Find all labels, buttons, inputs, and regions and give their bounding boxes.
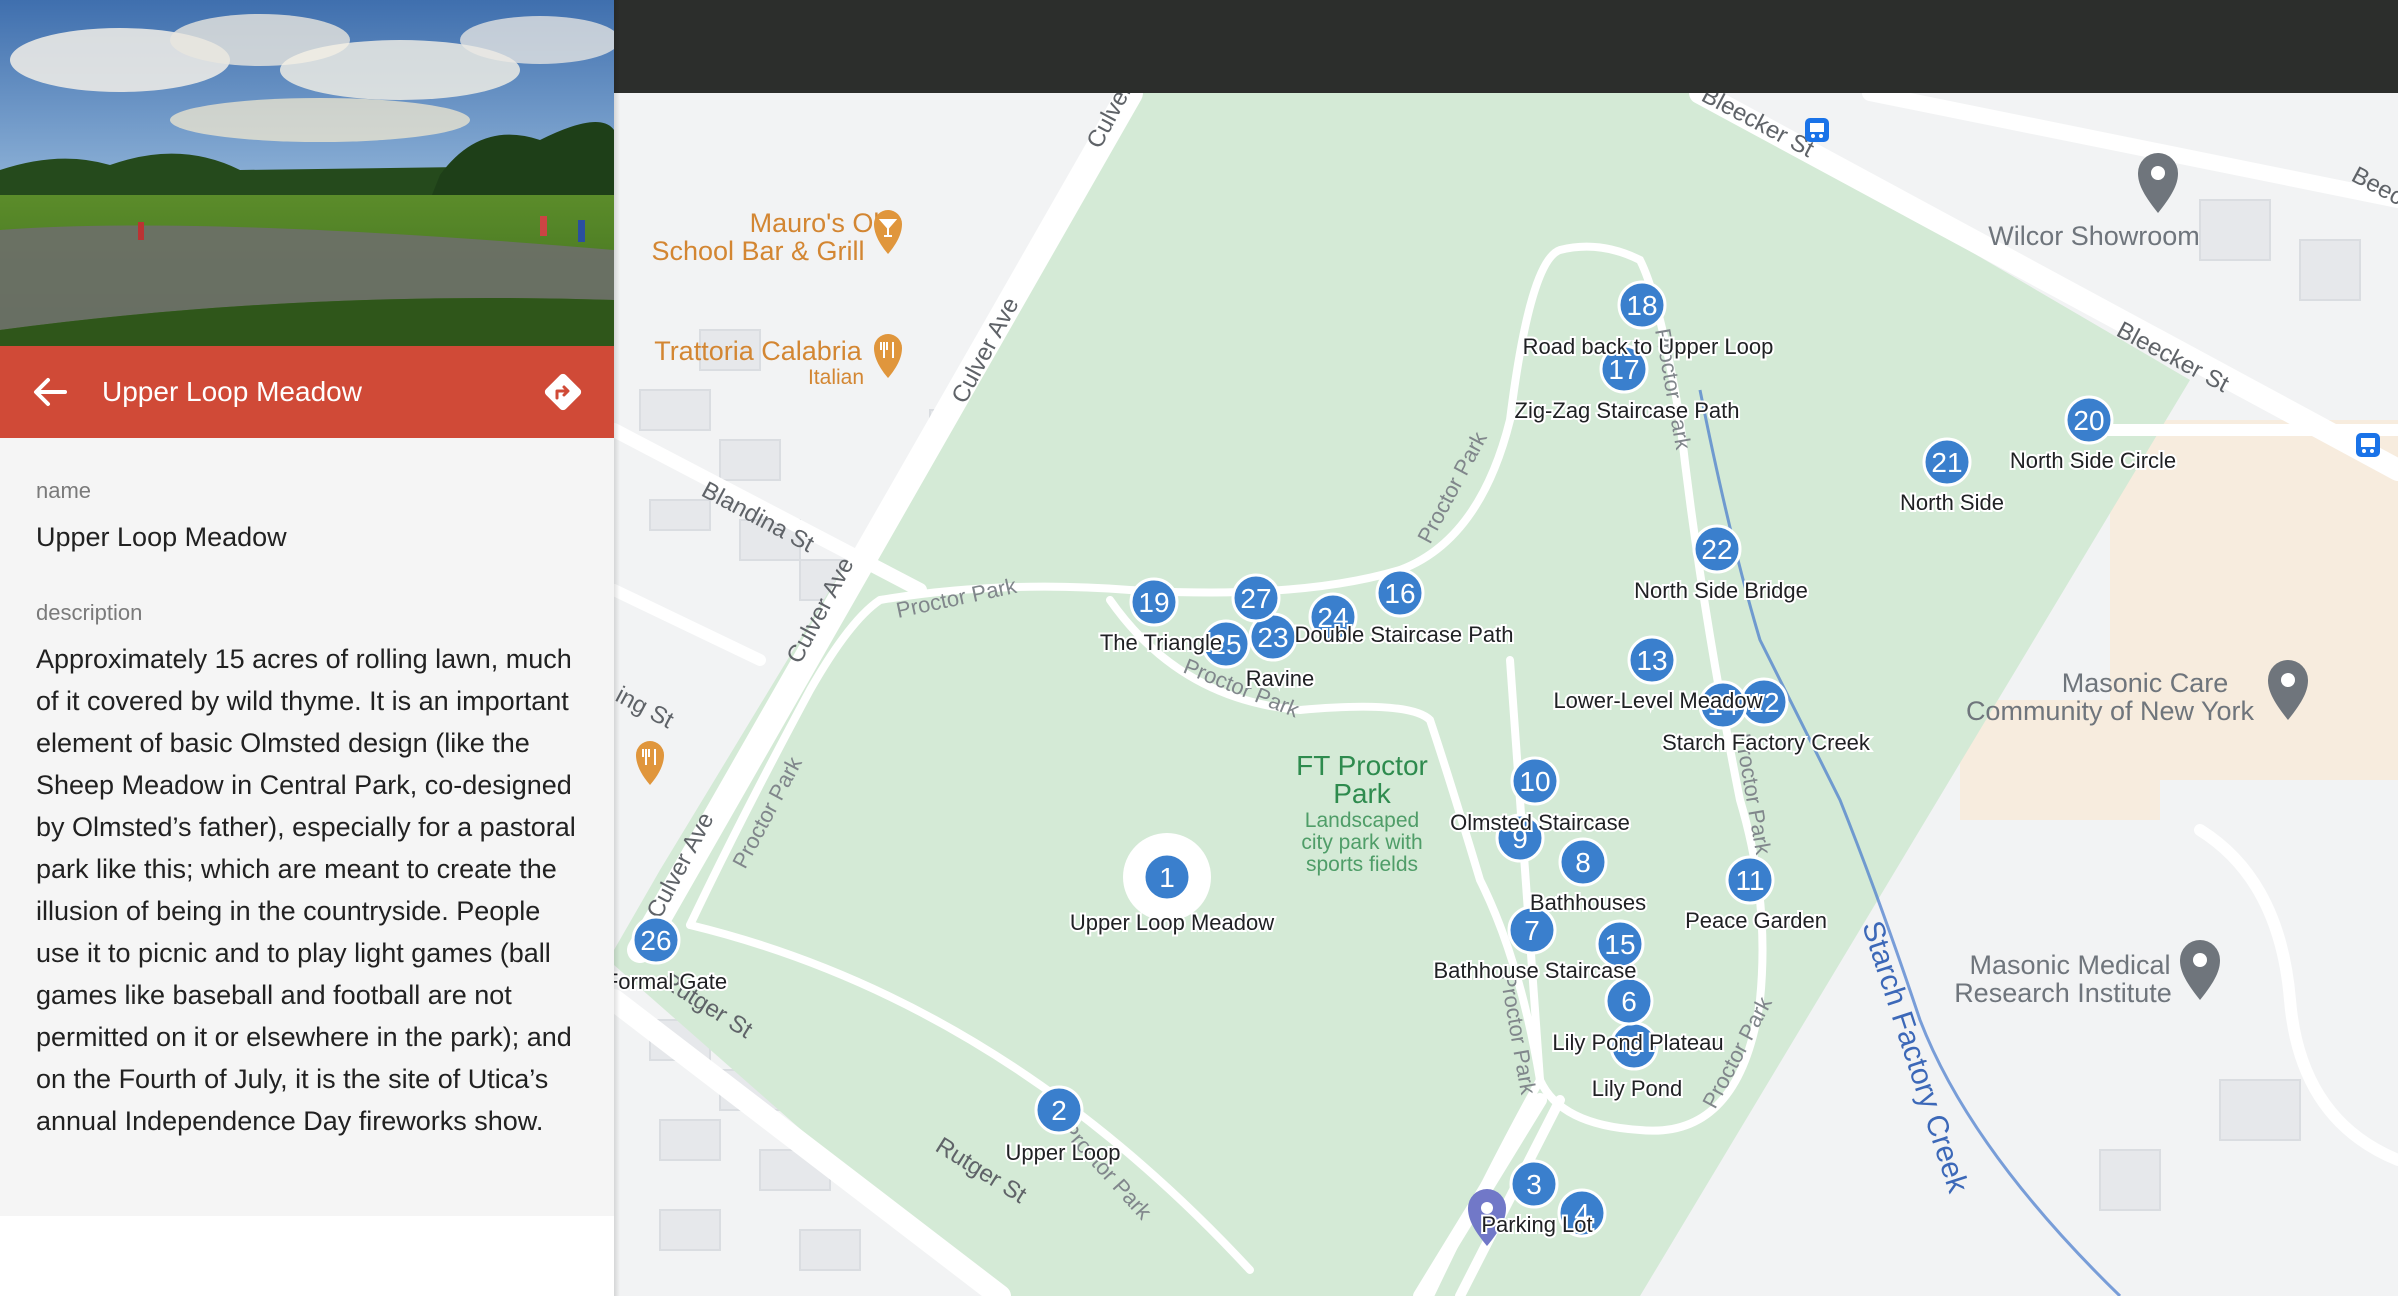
park-desc-1: Landscaped bbox=[1305, 809, 1419, 832]
marker-3-number: 3 bbox=[1526, 1169, 1542, 1200]
poi-mauros-line2: School Bar & Grill bbox=[651, 236, 864, 266]
marker-14-label: Lower-Level Meadow bbox=[1553, 688, 1762, 713]
marker-2-number: 2 bbox=[1051, 1095, 1067, 1126]
marker-6-label: Lily Pond Plateau bbox=[1552, 1030, 1723, 1055]
marker-6[interactable]: 6 bbox=[1604, 976, 1654, 1026]
marker-23-number: 23 bbox=[1257, 622, 1288, 653]
marker-20[interactable]: 20 bbox=[2064, 395, 2114, 445]
marker-22[interactable]: 22 bbox=[1692, 524, 1742, 574]
marker-10-label: Olmsted Staircase bbox=[1450, 810, 1630, 835]
description-label: description bbox=[36, 600, 143, 625]
park-desc-3: sports fields bbox=[1306, 853, 1418, 876]
marker-1-label: Upper Loop Meadow bbox=[1070, 910, 1274, 935]
map-view[interactable]: Culver Ave Culver Ave Culver Ave Culver … bbox=[614, 0, 2398, 1296]
marker-8[interactable]: 8 bbox=[1558, 837, 1608, 887]
marker-22-label: North Side Bridge bbox=[1634, 578, 1808, 603]
marker-4-label: Parking Lot bbox=[1481, 1212, 1592, 1237]
directions-icon bbox=[544, 373, 582, 411]
info-panel: name Upper Loop Meadow description Appro… bbox=[0, 438, 614, 1216]
marker-7-label: Bathhouse Staircase bbox=[1433, 958, 1636, 983]
marker-11[interactable]: 11 bbox=[1725, 855, 1775, 905]
marker-19[interactable]: 19 bbox=[1129, 577, 1179, 627]
marker-18-number: 18 bbox=[1626, 290, 1657, 321]
poi-wilcor-name: Wilcor Showroom bbox=[1988, 221, 2200, 251]
park-desc-2: city park with bbox=[1301, 831, 1422, 854]
marker-15-number: 15 bbox=[1604, 929, 1635, 960]
place-header: Upper Loop Meadow bbox=[0, 346, 614, 438]
bus-icon[interactable] bbox=[1805, 118, 1829, 142]
sidebar-shadow bbox=[614, 0, 620, 1296]
marker-5-label: Lily Pond bbox=[1592, 1076, 1683, 1101]
marker-8-label: Bathhouses bbox=[1530, 890, 1646, 915]
name-label: name bbox=[36, 478, 92, 503]
marker-27[interactable]: 27 bbox=[1231, 573, 1281, 623]
marker-1-number: 1 bbox=[1159, 862, 1175, 893]
park-label: FT Proctor Park Landscaped city park wit… bbox=[1296, 750, 1428, 876]
marker-23-label: Ravine bbox=[1246, 666, 1314, 691]
park-name-2: Park bbox=[1333, 778, 1392, 809]
marker-20-label: North Side Circle bbox=[2010, 448, 2176, 473]
marker-6-number: 6 bbox=[1621, 986, 1637, 1017]
marker-2-label: Upper Loop bbox=[1006, 1140, 1121, 1165]
marker-17-label: Zig-Zag Staircase Path bbox=[1515, 398, 1740, 423]
marker-26-number: 26 bbox=[640, 925, 671, 956]
top-bar bbox=[614, 0, 2398, 93]
poi-masonic-medical-line1: Masonic Medical bbox=[1969, 950, 2170, 980]
directions-button[interactable] bbox=[540, 369, 586, 415]
marker-10-number: 10 bbox=[1519, 766, 1550, 797]
marker-18[interactable]: 18 bbox=[1617, 280, 1667, 330]
marker-2[interactable]: 2 bbox=[1034, 1085, 1084, 1135]
marker-16-label: Double Staircase Path bbox=[1295, 622, 1514, 647]
hero-photo bbox=[0, 0, 614, 346]
marker-11-label: Peace Garden bbox=[1685, 908, 1827, 933]
marker-22-number: 22 bbox=[1701, 534, 1732, 565]
info-sidebar: Upper Loop Meadow name Upper Loop Meadow… bbox=[0, 0, 614, 1296]
marker-7-number: 7 bbox=[1524, 915, 1540, 946]
poi-trattoria-sub: Italian bbox=[808, 366, 864, 389]
marker-1[interactable]: 1 bbox=[1123, 833, 1211, 921]
poi-masonic-care-line2: Community of New York bbox=[1966, 696, 2255, 726]
marker-26-label: Formal Gate bbox=[614, 969, 727, 994]
poi-masonic-medical-line2: Research Institute bbox=[1954, 978, 2172, 1008]
poi-trattoria-name: Trattoria Calabria bbox=[654, 336, 863, 366]
marker-8-number: 8 bbox=[1575, 847, 1591, 878]
bus-icon[interactable] bbox=[2356, 433, 2380, 457]
marker-20-number: 20 bbox=[2073, 405, 2104, 436]
marker-21-number: 21 bbox=[1931, 447, 1962, 478]
marker-16-number: 16 bbox=[1384, 578, 1415, 609]
poi-masonic-care-line1: Masonic Care bbox=[2062, 668, 2229, 698]
marker-19-label: The Triangle bbox=[1100, 630, 1222, 655]
poi-mauros-line1: Mauro's Old bbox=[750, 208, 895, 238]
marker-13-number: 13 bbox=[1636, 645, 1667, 676]
place-title: Upper Loop Meadow bbox=[102, 376, 362, 407]
marker-21[interactable]: 21 bbox=[1922, 437, 1972, 487]
marker-26[interactable]: 26 bbox=[631, 915, 681, 965]
marker-10[interactable]: 10 bbox=[1510, 756, 1560, 806]
marker-13[interactable]: 13 bbox=[1627, 635, 1677, 685]
name-value: Upper Loop Meadow bbox=[36, 522, 287, 552]
marker-12-label: Starch Factory Creek bbox=[1662, 730, 1871, 755]
park-name: FT Proctor bbox=[1296, 750, 1428, 781]
description-value: Approximately 15 acres of rolling lawn, … bbox=[36, 644, 576, 1136]
marker-27-number: 27 bbox=[1240, 583, 1271, 614]
marker-3[interactable]: 3 bbox=[1509, 1159, 1559, 1209]
marker-18-label: Road back to Upper Loop bbox=[1523, 334, 1774, 359]
marker-19-number: 19 bbox=[1138, 587, 1169, 618]
marker-11-number: 11 bbox=[1735, 865, 1764, 896]
marker-16[interactable]: 16 bbox=[1375, 568, 1425, 618]
marker-21-label: North Side bbox=[1900, 490, 2004, 515]
arrow-left-icon bbox=[34, 378, 67, 406]
back-button[interactable] bbox=[28, 370, 72, 414]
